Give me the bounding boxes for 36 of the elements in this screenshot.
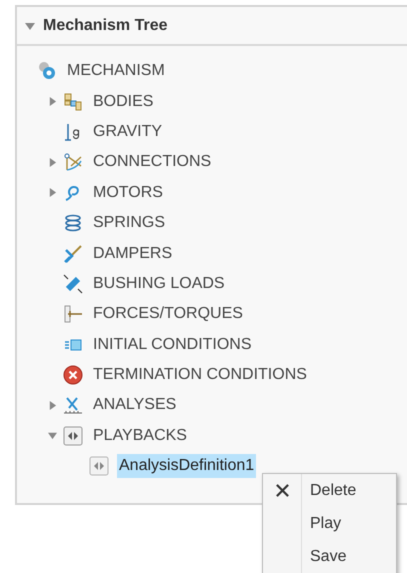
force-icon — [63, 304, 83, 324]
tree-item[interactable]: AnalysisDefinition1 — [117, 454, 256, 478]
expand-arrow-icon[interactable] — [48, 188, 56, 198]
tree-item[interactable]: INITIAL CONDITIONS — [91, 332, 254, 357]
tree-item[interactable]: PLAYBACKS — [91, 424, 189, 448]
damper-icon — [63, 244, 83, 264]
analysis-icon — [63, 395, 83, 416]
tree-item[interactable]: GRAVITY — [91, 120, 164, 144]
expand-arrow-icon[interactable] — [48, 400, 56, 410]
tree-item[interactable]: CONNECTIONS — [91, 150, 214, 174]
tree-item[interactable]: FORCES/TORQUES — [91, 302, 245, 326]
tree-item[interactable]: MECHANISM — [65, 59, 167, 84]
tree-item[interactable]: BUSHING LOADS — [91, 272, 227, 296]
spring-icon — [63, 213, 83, 234]
tree-item[interactable]: MOTORS — [91, 180, 165, 205]
panel-title: Mechanism Tree — [43, 16, 168, 34]
tree-item[interactable]: DAMPERS — [91, 242, 174, 266]
tree-item[interactable]: TERMINATION CONDITIONS — [91, 363, 309, 388]
menu-item[interactable]: Play — [263, 507, 396, 540]
bushing-icon — [63, 274, 83, 294]
playback-icon — [89, 456, 109, 476]
blocks-icon — [63, 92, 83, 112]
close-icon — [275, 483, 290, 498]
expand-arrow-icon[interactable] — [48, 97, 56, 106]
stop-icon — [63, 365, 83, 386]
joint-icon — [63, 152, 83, 172]
expand-arrow-icon[interactable] — [48, 158, 56, 167]
tree-item[interactable]: ANALYSES — [91, 393, 178, 418]
menu-item[interactable]: Save — [263, 540, 396, 573]
collapse-arrow-icon[interactable] — [48, 431, 56, 440]
tree-item[interactable]: BODIES — [91, 90, 156, 114]
menu-item[interactable]: Delete — [263, 474, 396, 507]
tree-item[interactable]: SPRINGS — [91, 211, 168, 236]
collapse-arrow-icon[interactable] — [25, 20, 35, 30]
playback-icon — [63, 426, 83, 446]
gear-icon — [37, 61, 57, 82]
